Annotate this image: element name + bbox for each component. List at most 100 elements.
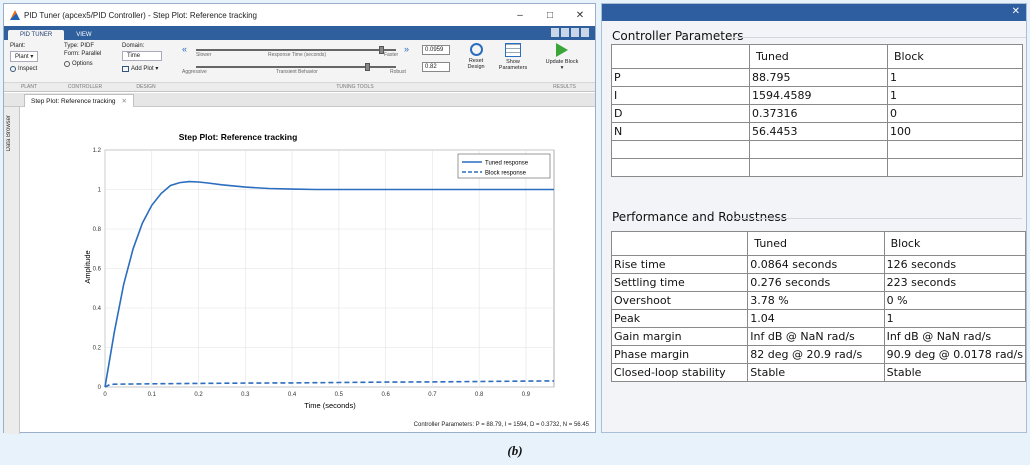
performance-title: Performance and Robustness [612,210,1022,224]
table-row: Overshoot 3.78 % 0 % [610,291,1027,310]
tab-view[interactable]: VIEW [64,30,103,40]
ribbon-tab-bar: PID TUNER VIEW [4,26,595,40]
tab-pid-tuner[interactable]: PID TUNER [8,30,65,40]
table-row: I 1594.4589 1 [611,86,1023,105]
performance-cell-block: 0 % [883,291,1027,310]
magnifier-icon [10,66,16,72]
reset-icon [469,43,483,56]
slower-label: Slower [196,52,212,58]
figure-caption: (b) [507,443,523,458]
undo-icon[interactable] [561,28,569,37]
domain-dropdown[interactable]: Time [122,51,162,61]
chart-title: Step Plot: Reference tracking [179,132,298,142]
x-tick-label: 0.6 [381,392,390,398]
maximize-button[interactable]: □ [535,4,565,26]
plot-icon [122,65,129,72]
controller-group: Type: PIDF Form: Parallel Options [64,43,120,67]
add-plot-button[interactable]: Add Plot ▾ [122,65,176,72]
performance-cell-block: 1 [883,309,1027,328]
y-tick-label: 0 [98,385,102,391]
transient-spinbox[interactable]: 0.82 [422,62,450,72]
inspect-button[interactable]: Inspect [10,66,54,72]
y-axis-label: Amplitude [83,250,92,283]
table-row [611,158,1023,177]
close-tab-icon[interactable]: ✕ [122,97,127,105]
controller-header-block: Block [887,44,1023,69]
table-row: D 0.37316 0 [611,104,1023,123]
legend-block-label: Block response [485,171,527,177]
x-tick-label: 0.3 [241,392,250,398]
table-row [611,140,1023,159]
controller-header-row: Tuned Block [611,44,1023,69]
performance-header-label [610,231,749,256]
ribbon: Plant: Plant ▾ Inspect Type: PIDF Form: … [4,40,595,92]
window-title: PID Tuner (apcex5/PID Controller) - Step… [24,10,257,20]
update-label: Update Block ▾ [545,59,579,71]
controller-cell-tuned [749,158,888,177]
minimize-button[interactable]: – [505,4,535,26]
options-button[interactable]: Options [64,61,120,67]
performance-cell-tuned: 1.04 [747,309,885,328]
y-tick-label: 0.2 [93,346,102,352]
controller-parameters-title: Controller Parameters [612,29,1026,43]
close-button[interactable]: ✕ [565,4,595,26]
design-group: Domain: Time Add Plot ▾ [122,43,176,72]
reset-design-button[interactable]: Reset Design [462,43,490,70]
update-block-button[interactable]: Update Block ▾ [544,43,580,71]
data-browser-panel[interactable]: Data Browser [4,107,20,434]
x-tick-label: 0.9 [522,392,531,398]
gear-icon [64,61,70,67]
redo-icon[interactable] [571,28,579,37]
form-label[interactable]: Form: Parallel [64,51,120,57]
tab-step-plot[interactable]: Step Plot: Reference tracking ✕ [24,94,134,107]
show-parameters-button[interactable]: Show Parameters [496,43,530,71]
quick-access-toolbar [551,28,589,37]
response-time-slider[interactable] [196,46,396,54]
controller-params-footer: Controller Parameters: P = 88.79, I = 15… [413,422,589,428]
controller-cell-block: 100 [887,122,1023,141]
table-row: Rise time 0.0864 seconds 126 seconds [610,255,1027,274]
performance-cell-label: Closed-loop stability [610,363,749,382]
table-row: Phase margin 82 deg @ 20.9 rad/s 90.9 deg … [610,345,1027,364]
transient-behavior-slider[interactable] [196,63,396,71]
controller-cell-label: D [611,104,750,123]
help-icon[interactable] [581,28,589,37]
table-row: Gain margin Inf dB @ NaN rad/s Inf dB @ Na… [610,327,1027,346]
performance-cell-label: Rise time [610,255,749,274]
performance-cell-block: Stable [883,363,1027,382]
transient-behavior-knob[interactable] [365,63,370,71]
controller-cell-tuned: 56.4453 [749,122,888,141]
close-icon[interactable]: ✕ [1012,6,1020,17]
controller-header-tuned: Tuned [749,44,888,69]
controller-parameters-table: Tuned Block P 88.795 1 I 1594.4589 1 D 0.37316 0 N 5… [611,44,1023,177]
type-label[interactable]: Type: PIDF [64,43,120,49]
controller-cell-label: N [611,122,750,141]
step-plot-area: Step Plot: Reference tracking 0 0.1 0.2 0.3… [20,107,595,432]
tuning-tools-group: « Slower Response Time (seconds) Faster … [180,43,478,83]
controller-cell-tuned: 1594.4589 [749,86,888,105]
group-label-tuning-tools: TUNING TOOLS [176,82,534,91]
response-time-spinbox[interactable]: 0.0959 [422,45,450,55]
title-bar: PID Tuner (apcex5/PID Controller) - Step… [4,4,595,26]
x-tick-label: 0.2 [194,392,203,398]
options-label: Options [72,61,93,67]
table-row: N 56.4453 100 [611,122,1023,141]
data-browser-label: Data Browser [6,115,12,152]
slower-arrow-icon[interactable]: « [182,44,187,54]
x-axis-label: Time (seconds) [304,401,356,410]
table-row: P 88.795 1 [611,68,1023,87]
plant-label: Plant: [10,43,26,49]
controller-cell-block [887,140,1023,159]
parameters-title-bar: ✕ [602,4,1026,21]
x-tick-label: 0.8 [475,392,484,398]
response-time-label: Response Time (seconds) [268,52,327,58]
plant-dropdown[interactable]: Plant ▾ [10,51,39,62]
faster-arrow-icon[interactable]: » [404,44,409,54]
performance-header-block: Block [883,231,1027,256]
performance-cell-block: Inf dB @ NaN rad/s [883,327,1027,346]
x-tick-label: 0.4 [288,392,297,398]
transient-label: Transient Behavior [276,69,318,75]
x-tick-label: 0 [103,392,107,398]
save-icon[interactable] [551,28,559,37]
x-tick-label: 0.5 [335,392,344,398]
